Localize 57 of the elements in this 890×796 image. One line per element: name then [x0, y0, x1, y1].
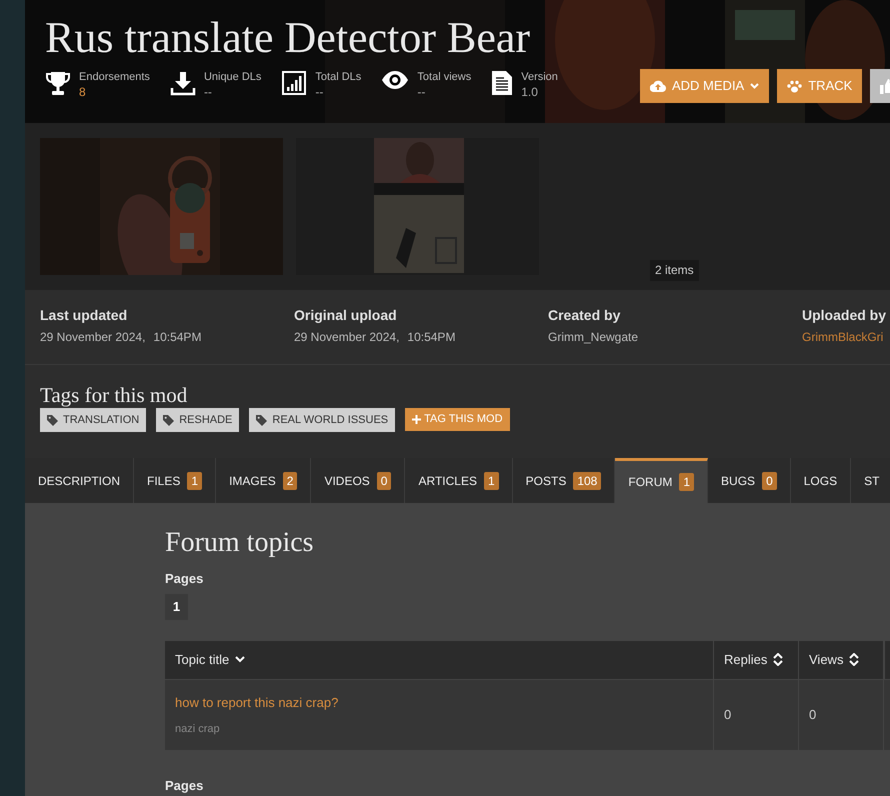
info-time: 10:54PM [407, 329, 456, 346]
stat-label: Unique DLs [204, 70, 262, 84]
sort-icon [773, 653, 784, 666]
tag-icon [163, 414, 174, 426]
count-badge: 1 [187, 472, 202, 490]
table-cell-text: 0 [724, 706, 732, 724]
pages-label: Pages [165, 570, 204, 588]
count-badge: 0 [376, 472, 392, 490]
chevron-down-icon [235, 656, 246, 663]
topic-link[interactable]: how to report this nazi crap? [175, 692, 338, 712]
tag[interactable]: TRANSLATION [40, 408, 146, 432]
paw-icon [787, 80, 802, 92]
stat-label: Total DLs [315, 70, 362, 84]
tag-icon [256, 414, 268, 426]
count-badge: 2 [282, 472, 298, 490]
stat-value: 1.0 [521, 84, 539, 100]
tab[interactable]: FORUM 1 [615, 458, 708, 503]
count-badge: 0 [762, 472, 777, 490]
info-label: Uploaded by [802, 306, 888, 325]
count-badge: 108 [573, 472, 602, 490]
info-value: 29 November 2024, [294, 329, 400, 346]
table-cell-text: 0 [809, 706, 816, 724]
stat-label: Endorsements [79, 70, 150, 84]
document-icon [491, 70, 514, 96]
tag[interactable]: RESHADE [156, 408, 240, 432]
trophy-icon [45, 70, 71, 96]
plus-icon [412, 415, 422, 424]
info-label: Created by [548, 306, 622, 325]
cloud-upload-icon [650, 80, 666, 92]
pages-label: Pages [165, 776, 204, 795]
item-count: 2 items [650, 260, 699, 281]
tags-heading: Tags for this mod [40, 383, 188, 407]
stat-value: 8 [79, 84, 87, 100]
info-value: 29 November 2024, [40, 329, 146, 346]
topic-subtitle: nazi crap [175, 722, 220, 737]
sort-icon [849, 653, 860, 666]
info-label: Original upload [294, 306, 398, 325]
forum-heading: Forum topics [165, 526, 315, 560]
stat-label: Total views [417, 70, 472, 84]
stat-value: -- [204, 84, 213, 100]
info-label: Last updated [40, 306, 128, 325]
uploader-link[interactable]: GrimmBlackGri [802, 328, 884, 346]
bar-chart-icon [281, 70, 308, 96]
count-badge: 1 [484, 472, 499, 490]
page-button[interactable]: 1 [165, 594, 188, 620]
stat-label: Version [521, 70, 558, 84]
info-value: Grimm_Newgate [548, 329, 638, 346]
eye-icon [381, 70, 410, 90]
tag[interactable]: REAL WORLD ISSUES [249, 408, 396, 432]
tag-icon [47, 414, 58, 426]
download-icon [170, 70, 196, 96]
stat-value: -- [417, 84, 426, 100]
count-badge: 1 [679, 473, 694, 491]
stat-value: -- [315, 84, 324, 100]
mod-title: Rus translate Detector Bear [45, 12, 530, 64]
caret-icon [750, 83, 760, 89]
info-time: 10:54PM [153, 329, 202, 346]
